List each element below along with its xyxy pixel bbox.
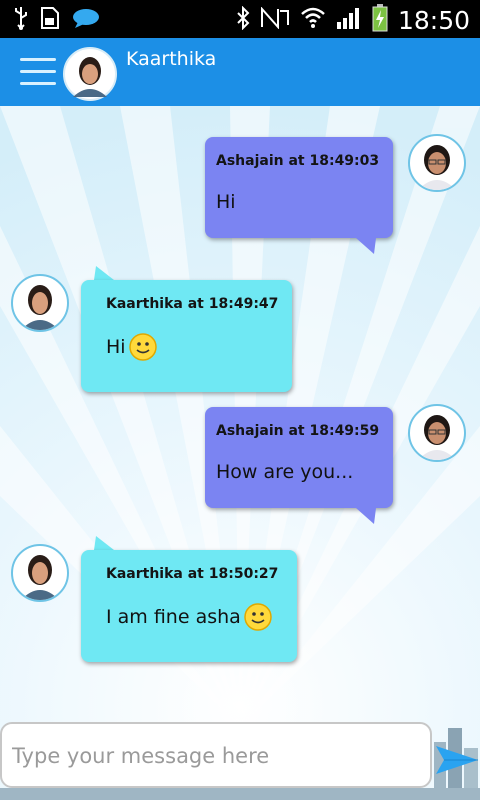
signal-icon (336, 6, 362, 34)
bubble-tail (94, 266, 114, 280)
message-content: I am fine asha (106, 602, 273, 632)
message-content: Hi (106, 332, 158, 362)
status-left-icons (14, 6, 100, 34)
bubble-tail (356, 238, 376, 254)
status-time: 18:50 (397, 5, 470, 35)
message-text: How are you... (216, 461, 354, 483)
message-meta: Kaarthika at 18:50:27 (106, 566, 279, 582)
nfc-icon (260, 6, 290, 33)
message-bubble-outgoing[interactable]: Ashajain at 18:49:03 Hi (205, 137, 393, 238)
wifi-icon (300, 6, 326, 34)
contact-name: Kaarthika (126, 48, 217, 70)
sender-avatar[interactable] (408, 134, 466, 192)
smiley-emoji-icon (128, 333, 157, 361)
chat-header: Kaarthika (0, 38, 480, 106)
message-input[interactable] (12, 736, 420, 776)
battery-icon (372, 4, 388, 36)
skyline-strip (0, 788, 480, 800)
message-bubble-incoming[interactable]: Kaarthika at 18:50:27 I am fine asha (81, 550, 297, 662)
sender-avatar[interactable] (408, 404, 466, 462)
contact-avatar[interactable] (11, 274, 69, 332)
usb-icon (14, 6, 28, 34)
message-bubble-incoming[interactable]: Kaarthika at 18:49:47 Hi (81, 280, 292, 392)
hamburger-menu-icon[interactable] (20, 56, 56, 88)
contact-avatar[interactable] (11, 544, 69, 602)
message-text: I am fine asha (106, 606, 241, 628)
bubble-tail (94, 536, 114, 550)
message-composer (0, 722, 432, 788)
smiley-emoji-icon (244, 603, 272, 631)
status-right-icons: 18:50 (236, 4, 470, 36)
sd-card-icon (40, 6, 60, 34)
message-meta: Ashajain at 18:49:03 (216, 153, 380, 169)
message-text: Hi (106, 336, 126, 358)
bluetooth-icon (236, 5, 250, 34)
message-bubble-outgoing[interactable]: Ashajain at 18:49:59 How are you... (205, 407, 393, 508)
chat-area[interactable]: Ashajain at 18:49:03 Hi Kaarthika at 18:… (0, 106, 480, 800)
message-meta: Ashajain at 18:49:59 (216, 423, 380, 439)
message-text: Hi (216, 191, 236, 213)
chat-notification-icon (72, 7, 100, 33)
bubble-tail (356, 508, 376, 524)
message-meta: Kaarthika at 18:49:47 (106, 296, 279, 312)
send-arrow-icon[interactable] (434, 740, 480, 780)
status-bar: 18:50 (0, 0, 480, 38)
contact-avatar[interactable] (63, 47, 117, 101)
